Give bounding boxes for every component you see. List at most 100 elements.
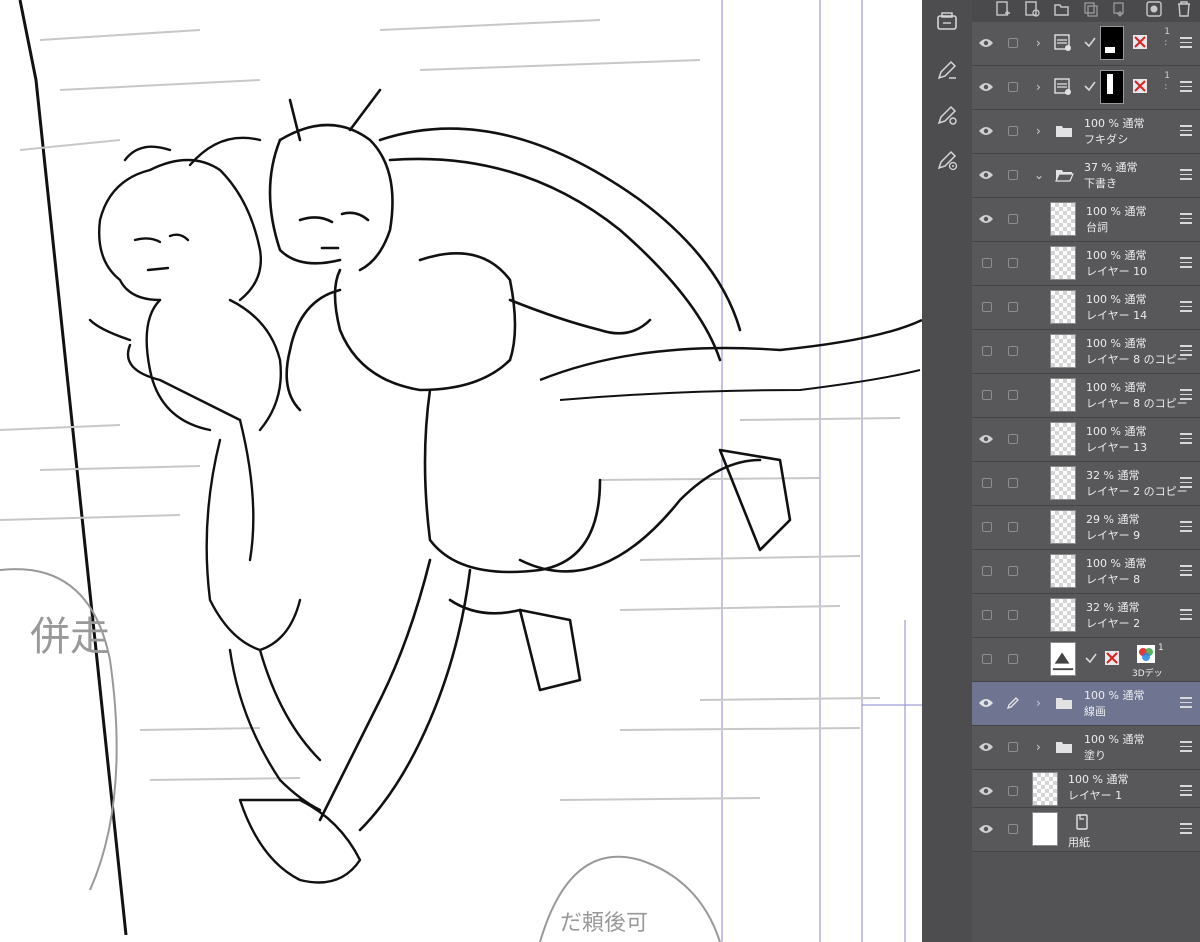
layer-folder-shitagaki[interactable]: ⌄ 37 % 通常 下書き [972,154,1200,198]
layer-row[interactable]: 100 % 通常 レイヤー 1 [972,770,1200,808]
visibility-toggle-off[interactable] [982,346,992,356]
drawing-canvas[interactable]: 併走 だ頼後可 [0,0,922,942]
eye-icon[interactable] [978,697,994,709]
layer-row[interactable]: 29 % 通常 レイヤー 9 [972,506,1200,550]
eye-icon[interactable] [978,213,994,225]
layer-menu-icon[interactable] [1180,697,1192,709]
visibility-toggle-off[interactable] [982,610,992,620]
layer-menu-icon[interactable] [1180,565,1192,577]
delete-layer-icon[interactable] [1175,0,1193,18]
layer-menu-icon[interactable] [1180,477,1192,489]
chevron-right-icon[interactable]: › [1036,36,1046,50]
layer-select-checkbox[interactable] [1008,346,1018,356]
layer-menu-icon[interactable] [1180,169,1192,181]
visibility-toggle-off[interactable] [982,478,992,488]
eye-icon[interactable] [978,785,994,797]
layer-select-checkbox[interactable] [1008,214,1018,224]
layer-row[interactable]: › 1: [972,22,1200,66]
layer-folder-nuri[interactable]: › 100 % 通常 塗り [972,726,1200,770]
chevron-down-icon[interactable]: ⌄ [1034,168,1044,182]
pen-edit-icon[interactable] [935,58,959,82]
eye-icon[interactable] [978,81,994,93]
layer-menu-icon[interactable] [1180,389,1192,401]
layer-select-checkbox[interactable] [1008,126,1018,136]
layer-select-checkbox[interactable] [1008,82,1018,92]
layer-row[interactable]: 100 % 通常 レイヤー 8 のコピー [972,374,1200,418]
eye-icon[interactable] [978,125,994,137]
merge-layer-icon[interactable] [1111,0,1129,18]
new-folder-icon[interactable] [1053,0,1071,18]
new-raster-layer-icon[interactable] [994,0,1012,18]
layer-select-checkbox[interactable] [1008,742,1018,752]
layer-menu-icon[interactable] [1180,125,1192,137]
layer-select-checkbox[interactable] [1008,654,1018,664]
mask-disabled-icon[interactable] [1104,650,1120,666]
layer-select-checkbox[interactable] [1008,302,1018,312]
layer-select-checkbox[interactable] [1008,170,1018,180]
copy-layer-icon[interactable] [1082,0,1100,18]
layer-row-3d[interactable]: 3Dデッ 1 [972,638,1200,682]
pen-target-icon[interactable] [935,148,959,172]
layer-row[interactable]: 100 % 通常 レイヤー 8 のコピー [972,330,1200,374]
layer-menu-icon[interactable] [1180,37,1192,49]
layer-menu-icon[interactable] [1180,301,1192,313]
eye-icon[interactable] [978,37,994,49]
mask-icon[interactable] [1145,0,1163,18]
visibility-toggle-off[interactable] [982,566,992,576]
chevron-right-icon[interactable]: › [1036,740,1046,754]
visibility-toggle-off[interactable] [982,302,992,312]
check-icon[interactable] [1083,35,1097,49]
layer-row[interactable]: 32 % 通常 レイヤー 2 のコピー [972,462,1200,506]
visibility-toggle-off[interactable] [982,390,992,400]
layer-palette-icon[interactable] [935,10,959,34]
layer-menu-icon[interactable] [1180,609,1192,621]
eye-icon[interactable] [978,433,994,445]
layer-select-checkbox[interactable] [1008,566,1018,576]
layer-select-checkbox[interactable] [1008,38,1018,48]
layer-select-checkbox[interactable] [1008,610,1018,620]
layer-menu-icon[interactable] [1180,741,1192,753]
layer-row[interactable]: 100 % 通常 レイヤー 8 [972,550,1200,594]
eye-icon[interactable] [978,823,994,835]
layer-select-checkbox[interactable] [1008,478,1018,488]
mask-disabled-icon[interactable] [1132,34,1148,50]
new-vector-layer-icon[interactable] [1023,0,1041,18]
eye-icon[interactable] [978,169,994,181]
layer-menu-icon[interactable] [1180,433,1192,445]
layer-select-checkbox[interactable] [1008,824,1018,834]
layer-row[interactable]: 100 % 通常 台詞 [972,198,1200,242]
layer-menu-icon[interactable] [1180,257,1192,269]
visibility-toggle-off[interactable] [982,654,992,664]
mask-disabled-icon[interactable] [1132,78,1148,94]
layer-menu-icon[interactable] [1180,81,1192,93]
chevron-right-icon[interactable]: › [1036,80,1046,94]
layer-menu-icon[interactable] [1180,521,1192,533]
layer-menu-icon[interactable] [1180,823,1192,835]
check-icon[interactable] [1084,651,1098,665]
check-icon[interactable] [1083,79,1097,93]
chevron-right-icon[interactable]: › [1036,124,1046,138]
layer-select-checkbox[interactable] [1008,390,1018,400]
layer-row-paper[interactable]: 用紙 [972,808,1200,852]
layer-row[interactable]: 32 % 通常 レイヤー 2 [972,594,1200,638]
layer-row[interactable]: › 1: [972,66,1200,110]
layer-select-checkbox[interactable] [1008,434,1018,444]
layer-select-checkbox[interactable] [1008,522,1018,532]
layer-folder-senga[interactable]: › 100 % 通常 線画 [972,682,1200,726]
chevron-right-icon[interactable]: › [1036,696,1046,710]
pen-settings-icon[interactable] [935,103,959,127]
visibility-toggle-off[interactable] [982,258,992,268]
layer-row[interactable]: 100 % 通常 レイヤー 14 [972,286,1200,330]
layer-menu-icon[interactable] [1180,785,1192,797]
layer-select-checkbox[interactable] [1008,258,1018,268]
layer-thumbnail [1050,422,1076,456]
layer-row[interactable]: 100 % 通常 レイヤー 10 [972,242,1200,286]
layer-select-checkbox[interactable] [1008,786,1018,796]
visibility-toggle-off[interactable] [982,522,992,532]
layer-folder-fukidashi[interactable]: › 100 % 通常 フキダシ [972,110,1200,154]
layer-row[interactable]: 100 % 通常 レイヤー 13 [972,418,1200,462]
layer-menu-icon[interactable] [1180,213,1192,225]
layer-menu-icon[interactable] [1180,345,1192,357]
eye-icon[interactable] [978,741,994,753]
layer-opacity: 37 % [1084,161,1112,174]
